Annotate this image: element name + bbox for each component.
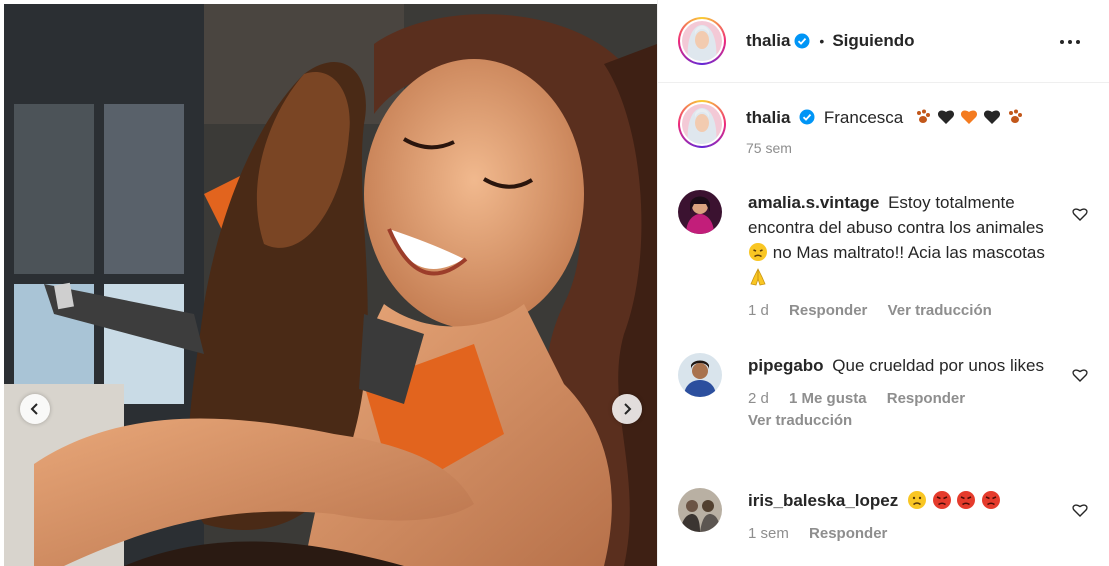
paw-prints-icon bbox=[1008, 109, 1022, 123]
sad-face-icon bbox=[908, 491, 926, 509]
reply-button[interactable]: Responder bbox=[887, 390, 965, 407]
angry-face-icon bbox=[982, 491, 1001, 509]
next-photo-button[interactable] bbox=[612, 394, 642, 424]
following-button[interactable]: Siguiendo bbox=[832, 31, 914, 51]
chevron-left-icon bbox=[30, 403, 38, 415]
like-comment-heart-icon[interactable] bbox=[1072, 206, 1088, 222]
comment-meta: 2 d 1 Me gusta Responder Ver traducción bbox=[748, 388, 1058, 432]
black-heart-icon bbox=[937, 110, 955, 124]
author-avatar[interactable] bbox=[678, 17, 726, 65]
comment-timestamp: 2 d bbox=[748, 390, 769, 407]
avatar-image bbox=[678, 353, 722, 397]
commenter-avatar[interactable] bbox=[678, 190, 722, 234]
dot-icon bbox=[1068, 40, 1072, 44]
comment-meta: 1 d Responder Ver traducción bbox=[748, 300, 1058, 322]
verified-badge-icon bbox=[799, 109, 815, 125]
previous-photo-button[interactable] bbox=[20, 394, 50, 424]
comment-username[interactable]: pipegabo bbox=[748, 356, 824, 375]
orange-heart-icon bbox=[960, 110, 978, 124]
avatar-image bbox=[678, 488, 722, 532]
dot-icon bbox=[1076, 40, 1080, 44]
comment-item: amalia.s.vintage Estoy totalmente encont… bbox=[678, 190, 1103, 322]
see-translation-button[interactable]: Ver traducción bbox=[748, 412, 852, 429]
comment-username[interactable]: amalia.s.vintage bbox=[748, 193, 879, 212]
avatar-image bbox=[682, 21, 722, 61]
header-separator: • bbox=[819, 33, 825, 49]
chevron-right-icon bbox=[624, 403, 632, 415]
angry-face-icon bbox=[932, 491, 951, 509]
like-comment-heart-icon[interactable] bbox=[1072, 502, 1088, 518]
caption-emojis bbox=[914, 108, 1024, 126]
comment-item: iris_baleska_lopez 1 sem Responder bbox=[678, 488, 1103, 545]
disappointed-face-icon bbox=[749, 243, 767, 261]
caption-timestamp: 75 sem bbox=[746, 140, 792, 156]
post-image bbox=[4, 4, 657, 566]
commenter-avatar[interactable] bbox=[678, 488, 722, 532]
post-header: thalia • Siguiendo bbox=[658, 0, 1109, 83]
post-caption: thalia Francesca 75 sem bbox=[678, 100, 1098, 156]
angry-face-icon bbox=[957, 491, 976, 509]
commenter-avatar[interactable] bbox=[678, 353, 722, 397]
comment-timestamp: 1 d bbox=[748, 302, 769, 319]
post-side-panel: thalia • Siguiendo thalia Francesca 75 s… bbox=[657, 0, 1109, 566]
dot-icon bbox=[1060, 40, 1064, 44]
black-heart-icon bbox=[983, 110, 1001, 124]
more-options-button[interactable] bbox=[1060, 32, 1084, 52]
caption-avatar[interactable] bbox=[678, 100, 726, 148]
caption-text: Francesca bbox=[823, 108, 904, 127]
paw-prints-icon bbox=[916, 109, 930, 123]
avatar-image bbox=[678, 190, 722, 234]
folded-hands-icon bbox=[750, 268, 766, 286]
avatar-image bbox=[682, 104, 722, 144]
comment-text: Que crueldad por unos likes bbox=[832, 356, 1044, 375]
comment-text: no Mas maltrato!! Acia las mascotas bbox=[772, 243, 1045, 262]
post-photo[interactable] bbox=[4, 4, 657, 566]
comment-meta: 1 sem Responder bbox=[748, 523, 1058, 545]
comment-item: pipegabo Que crueldad por unos likes 2 d… bbox=[678, 353, 1103, 432]
comment-timestamp: 1 sem bbox=[748, 525, 789, 542]
author-username[interactable]: thalia bbox=[746, 31, 790, 51]
comment-username[interactable]: iris_baleska_lopez bbox=[748, 491, 898, 510]
reply-button[interactable]: Responder bbox=[789, 302, 867, 319]
see-translation-button[interactable]: Ver traducción bbox=[888, 302, 992, 319]
like-comment-heart-icon[interactable] bbox=[1072, 367, 1088, 383]
comment-likes-count[interactable]: 1 Me gusta bbox=[789, 390, 867, 407]
verified-badge-icon bbox=[794, 33, 810, 49]
caption-username[interactable]: thalia bbox=[746, 108, 790, 127]
reply-button[interactable]: Responder bbox=[809, 525, 887, 542]
